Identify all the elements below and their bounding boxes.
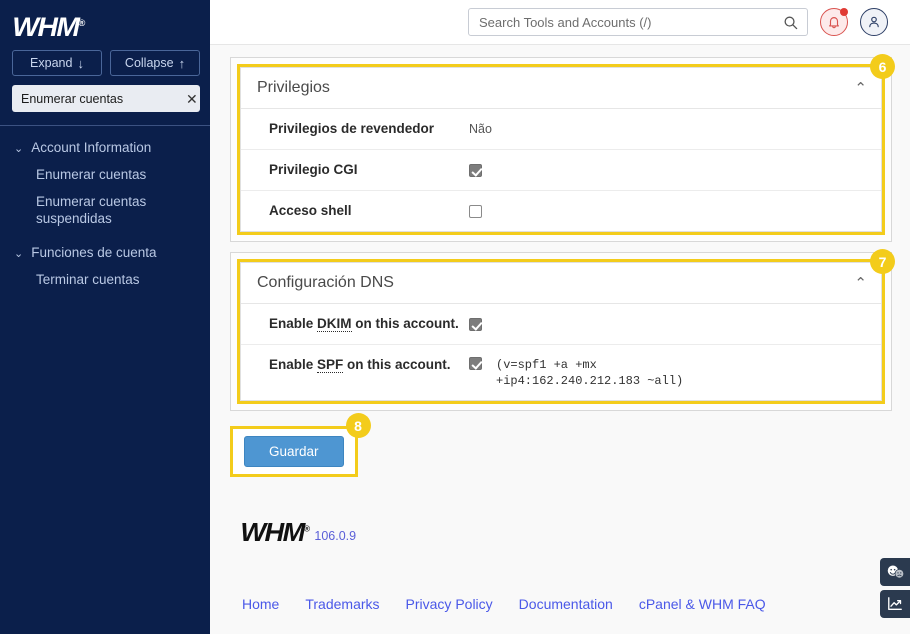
- row-acceso-shell: Acceso shell: [241, 191, 881, 231]
- footer-link-trademarks[interactable]: Trademarks: [305, 583, 379, 625]
- sidebar-item-terminar-cuentas[interactable]: Terminar cuentas: [0, 267, 210, 293]
- top-bar: [210, 0, 910, 45]
- dns-panel: 7 Configuración DNS ⌃ Enable DKIM on thi…: [237, 249, 895, 404]
- footer-brand: WHM® 106.0.9: [240, 517, 892, 547]
- notifications-button[interactable]: [820, 8, 848, 36]
- chevron-down-icon: ⌄: [14, 248, 24, 260]
- step-badge-8: 8: [345, 413, 371, 438]
- global-search-input[interactable]: [479, 14, 783, 30]
- registered-mark: ®: [78, 18, 86, 28]
- row-value: [469, 202, 867, 220]
- step-badge-6: 6: [870, 54, 895, 79]
- search-icon[interactable]: [783, 15, 798, 30]
- expand-label: Expand: [30, 56, 73, 70]
- sidebar-brand: WHM®: [0, 0, 210, 44]
- chevron-up-icon[interactable]: ⌃: [854, 81, 867, 96]
- row-value: (v=spf1 +a +mx +ip4:162.240.212.183 ~all…: [469, 356, 867, 389]
- row-value: [469, 315, 867, 333]
- privileges-panel: 6 Privilegios ⌃ Privilegios de revendedo…: [237, 54, 895, 235]
- dkim-checkbox[interactable]: [469, 318, 482, 332]
- analytics-chart-icon: [888, 597, 902, 610]
- clear-icon[interactable]: ✕: [182, 92, 198, 106]
- sidebar: WHM® Expand ↓ Collapse ↑ ✕ ⌄ Account Inf…: [0, 0, 210, 634]
- dkim-label-pre: Enable: [269, 316, 318, 331]
- page-footer: WHM® 106.0.9 Home Trademarks Privacy Pol…: [230, 477, 892, 634]
- analytics-button[interactable]: [880, 590, 910, 618]
- panel-title: Configuración DNS: [257, 274, 394, 291]
- feedback-faces-icon: [887, 565, 904, 579]
- spf-checkbox[interactable]: [469, 357, 482, 370]
- privileges-section: 6 Privilegios ⌃ Privilegios de revendedo…: [230, 54, 895, 242]
- feedback-button[interactable]: [880, 558, 910, 586]
- sidebar-group-label: Account Information: [31, 140, 152, 155]
- privileges-panel-header[interactable]: Privilegios ⌃: [241, 68, 881, 109]
- row-enable-spf: Enable SPF on this account. (v=spf1 +a +…: [241, 345, 881, 400]
- arrow-down-icon: ↓: [77, 55, 84, 71]
- notification-dot: [840, 8, 848, 16]
- panel-title: Privilegios: [257, 79, 330, 96]
- user-menu-button[interactable]: [860, 8, 888, 36]
- spf-abbr: SPF: [317, 357, 344, 373]
- sidebar-nav: ⌄ Account Information Enumerar cuentas E…: [0, 126, 210, 293]
- spf-label-post: on this account.: [343, 357, 451, 372]
- main-area: 6 Privilegios ⌃ Privilegios de revendedo…: [210, 0, 910, 634]
- dns-panel-header[interactable]: Configuración DNS ⌃: [241, 263, 881, 304]
- content-scroll-area[interactable]: 6 Privilegios ⌃ Privilegios de revendedo…: [210, 45, 910, 634]
- whm-footer-logo: WHM®: [240, 517, 311, 547]
- dkim-abbr: DKIM: [317, 316, 352, 332]
- row-privilegio-cgi: Privilegio CGI: [241, 150, 881, 191]
- global-search[interactable]: [468, 8, 808, 36]
- sidebar-tree-controls: Expand ↓ Collapse ↑: [0, 44, 210, 76]
- shell-access-checkbox[interactable]: [469, 205, 482, 219]
- spf-record-value: (v=spf1 +a +mx +ip4:162.240.212.183 ~all…: [496, 358, 684, 388]
- bell-icon: [829, 17, 839, 29]
- footer-link-home[interactable]: Home: [242, 583, 279, 625]
- save-button[interactable]: Guardar: [244, 436, 344, 467]
- expand-button[interactable]: Expand ↓: [12, 50, 102, 76]
- whm-logo: WHM®: [12, 12, 86, 42]
- footer-link-privacy-policy[interactable]: Privacy Policy: [406, 583, 493, 625]
- cgi-privilege-checkbox[interactable]: [469, 164, 482, 178]
- chevron-up-icon[interactable]: ⌃: [854, 276, 867, 291]
- sidebar-search-wrap: ✕: [0, 76, 210, 112]
- dkim-label-post: on this account.: [351, 316, 459, 331]
- row-label: Enable SPF on this account.: [269, 356, 469, 373]
- sidebar-group-funciones-de-cuenta[interactable]: ⌄ Funciones de cuenta: [0, 241, 210, 267]
- version-label: 106.0.9: [314, 529, 357, 543]
- reseller-privileges-value: Não: [469, 122, 492, 136]
- save-highlight-wrap: 8 Guardar: [230, 413, 371, 477]
- footer-link-support-forums[interactable]: Support Forums: [242, 625, 342, 634]
- footer-link-cpanel-whm-faq[interactable]: cPanel & WHM FAQ: [639, 583, 766, 625]
- registered-mark: ®: [303, 524, 311, 534]
- footer-link-documentation[interactable]: Documentation: [519, 583, 613, 625]
- collapse-button[interactable]: Collapse ↑: [110, 50, 200, 76]
- step-badge-7: 7: [870, 249, 895, 274]
- sidebar-search-input[interactable]: [21, 91, 182, 106]
- chevron-down-icon: ⌄: [14, 143, 24, 155]
- row-enable-dkim: Enable DKIM on this account.: [241, 304, 881, 345]
- row-value: [469, 161, 867, 179]
- row-label: Enable DKIM on this account.: [269, 315, 469, 332]
- sidebar-search[interactable]: ✕: [12, 85, 200, 112]
- spf-label-pre: Enable: [269, 357, 318, 372]
- arrow-up-icon: ↑: [178, 55, 186, 71]
- row-label: Acceso shell: [269, 203, 352, 218]
- sidebar-group-label: Funciones de cuenta: [31, 245, 157, 260]
- user-icon: [869, 16, 879, 28]
- app-root: WHM® Expand ↓ Collapse ↑ ✕ ⌄ Account Inf…: [0, 0, 910, 634]
- sidebar-item-enumerar-cuentas[interactable]: Enumerar cuentas: [0, 162, 210, 188]
- floating-action-buttons: [880, 558, 910, 618]
- row-label: Privilegio CGI: [269, 162, 358, 177]
- dns-section: 7 Configuración DNS ⌃ Enable DKIM on thi…: [230, 249, 895, 411]
- sidebar-group-account-information[interactable]: ⌄ Account Information: [0, 136, 210, 162]
- row-privilegios-de-revendedor: Privilegios de revendedor Não: [241, 109, 881, 150]
- sidebar-item-enumerar-cuentas-suspendidas[interactable]: Enumerar cuentas suspendidas: [0, 188, 210, 232]
- collapse-label: Collapse: [124, 56, 174, 70]
- row-label: Privilegios de revendedor: [269, 121, 435, 136]
- footer-links: Home Trademarks Privacy Policy Documenta…: [242, 583, 892, 634]
